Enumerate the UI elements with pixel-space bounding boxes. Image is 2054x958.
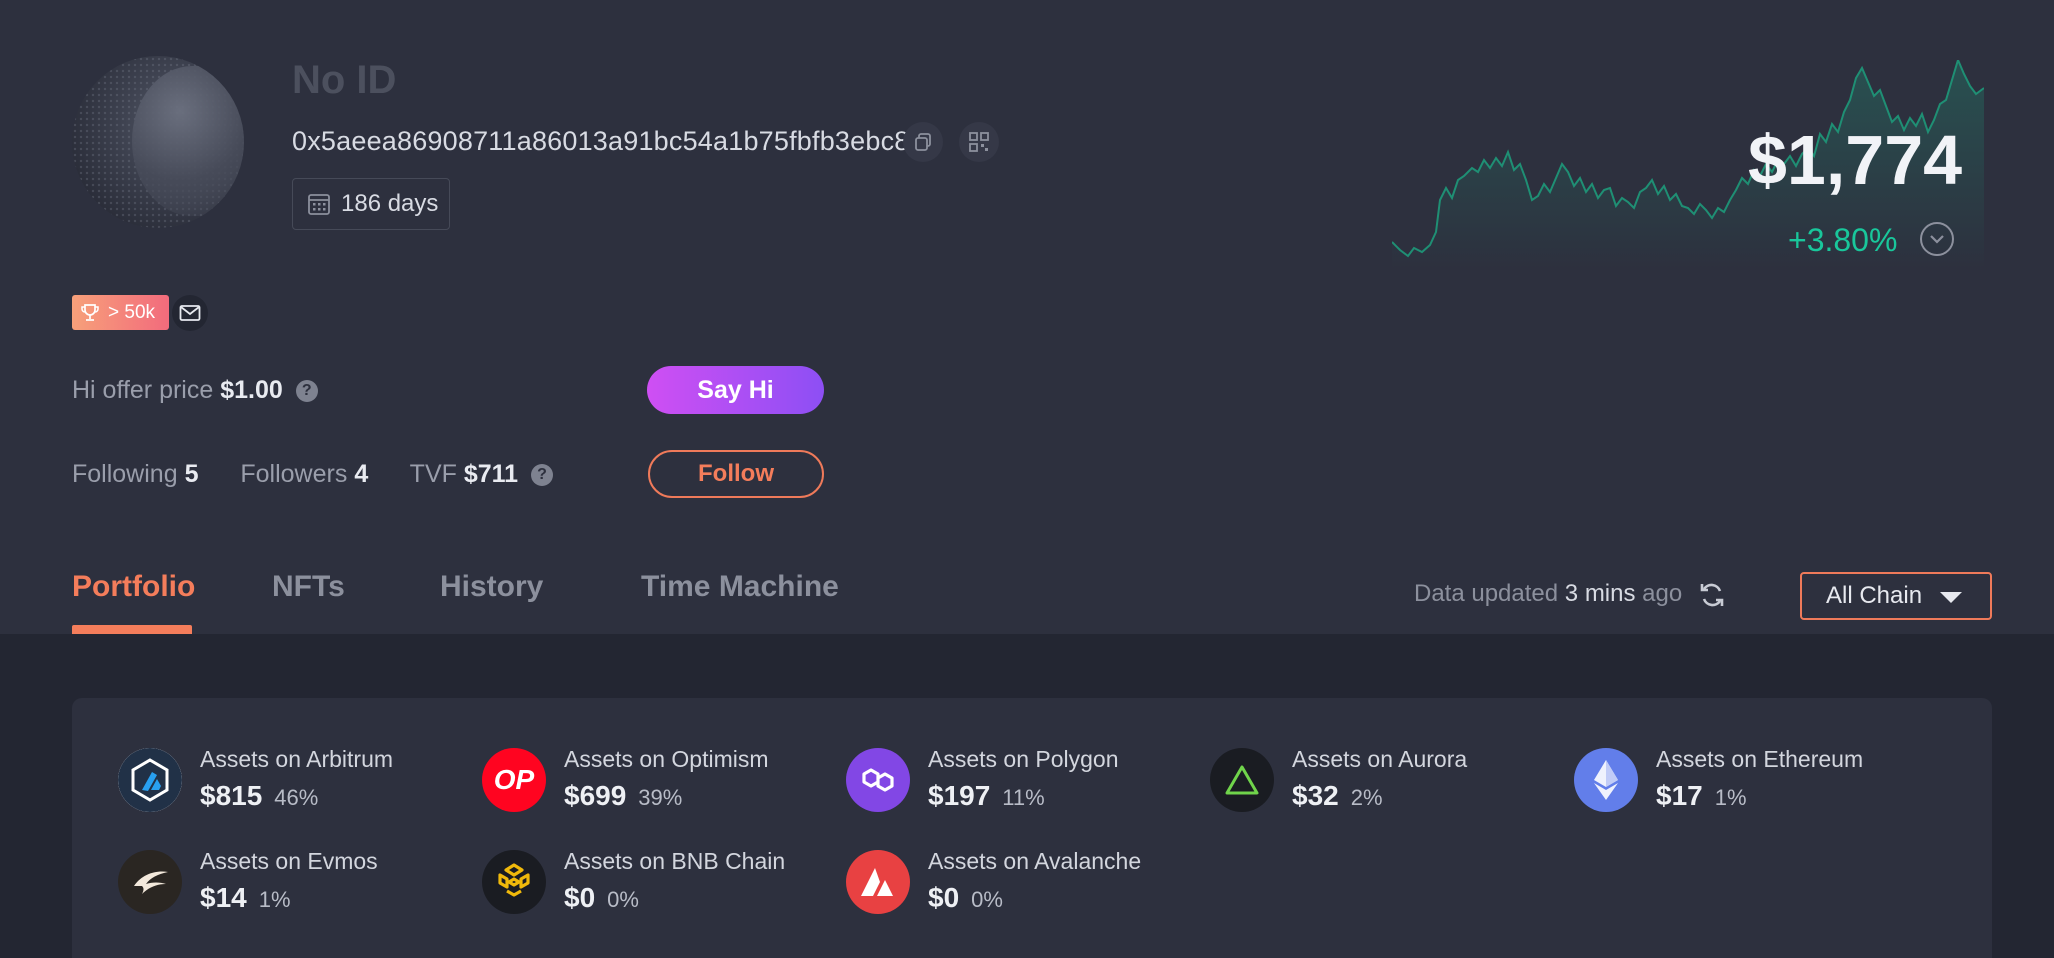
asset-value: $815 <box>200 780 263 811</box>
avatar-head <box>132 66 244 216</box>
active-tab-indicator <box>72 625 192 634</box>
social-stats-row: Following 5 Followers 4 TVF $711 ? <box>72 460 554 489</box>
bnb-icon <box>482 850 546 914</box>
wallet-age-box: 186 days <box>292 178 450 230</box>
asset-value: $0 <box>928 882 960 913</box>
asset-item[interactable]: Assets on Polygon $197 11% <box>846 746 1186 816</box>
copy-address-button[interactable] <box>903 122 943 162</box>
tvf-value: $711 <box>463 460 519 488</box>
tab-nfts[interactable]: NFTs <box>272 570 345 604</box>
asset-label: Assets on Ethereum <box>1656 746 1864 772</box>
qrcode-button[interactable] <box>959 122 999 162</box>
asset-value: $14 <box>200 882 247 913</box>
wallet-age: 186 days <box>341 190 439 217</box>
asset-value: $197 <box>928 780 991 811</box>
following-count[interactable]: 5 <box>185 460 199 488</box>
updated-prefix: Data updated <box>1414 580 1559 607</box>
arbitrum-icon <box>118 748 182 812</box>
net-worth-change: +3.80% <box>1788 222 1898 258</box>
refresh-icon[interactable] <box>1697 580 1727 610</box>
chevron-down-icon <box>1930 235 1944 244</box>
copy-icon <box>915 133 931 151</box>
following-label[interactable]: Following <box>72 460 178 488</box>
asset-percent: 0% <box>971 887 1003 912</box>
asset-item[interactable]: Assets on Avalanche $0 0% <box>846 848 1186 918</box>
followers-count[interactable]: 4 <box>354 460 368 488</box>
tvf-label: TVF <box>409 460 457 488</box>
trophy-icon <box>81 303 99 321</box>
asset-item[interactable]: Assets on BNB Chain $0 0% <box>482 848 822 918</box>
chain-select[interactable]: All Chain <box>1800 572 1992 620</box>
polygon-icon <box>846 748 910 812</box>
help-icon[interactable]: ? <box>295 380 318 403</box>
chain-select-value: All Chain <box>1826 582 1923 609</box>
expand-chart-button[interactable] <box>1920 222 1954 256</box>
asset-value: $0 <box>564 882 596 913</box>
asset-percent: 0% <box>607 887 639 912</box>
hi-offer-label: Hi offer price <box>72 376 214 404</box>
asset-percent: 11% <box>1002 785 1045 810</box>
asset-label: Assets on Aurora <box>1292 746 1468 772</box>
updated-time: 3 mins <box>1564 580 1636 607</box>
asset-label: Assets on Evmos <box>200 848 378 874</box>
asset-label: Assets on BNB Chain <box>564 848 786 874</box>
wallet-address: 0x5aeea86908711a86013a91bc54a1b75fbfb3eb… <box>292 126 910 156</box>
asset-value: $32 <box>1292 780 1339 811</box>
balance-tier-badge: > 50k <box>72 295 169 330</box>
optimism-logo-text: OP <box>493 764 535 795</box>
message-button[interactable] <box>172 295 208 331</box>
avalanche-icon <box>846 850 910 914</box>
evmos-icon <box>118 850 182 914</box>
net-worth-value: $1,774 <box>1748 121 1963 199</box>
ethereum-icon <box>1574 748 1638 812</box>
asset-percent: 1% <box>258 887 291 912</box>
updated-suffix: ago <box>1642 580 1683 607</box>
asset-percent: 1% <box>1714 785 1747 810</box>
asset-label: Assets on Arbitrum <box>200 746 394 772</box>
asset-percent: 39% <box>638 785 683 810</box>
follow-button[interactable]: Follow <box>648 450 824 498</box>
asset-label: Assets on Optimism <box>564 746 769 772</box>
asset-item[interactable]: Assets on Aurora $32 2% <box>1210 746 1550 816</box>
asset-label: Assets on Polygon <box>928 746 1119 772</box>
asset-value: $17 <box>1656 780 1703 811</box>
help-icon[interactable]: ? <box>531 464 554 487</box>
aurora-icon <box>1210 748 1274 812</box>
optimism-icon: OP <box>482 748 546 812</box>
data-updated-status: Data updated 3 mins ago <box>1414 580 1682 608</box>
followers-label[interactable]: Followers <box>240 460 347 488</box>
asset-item[interactable]: Assets on Evmos $14 1% <box>118 848 458 918</box>
hi-offer-row: Hi offer price $1.00 ? <box>72 376 318 405</box>
tab-history[interactable]: History <box>440 570 543 604</box>
calendar-icon <box>308 194 330 215</box>
asset-item[interactable]: OP Assets on Optimism $699 39% <box>482 746 822 816</box>
qrcode-icon <box>969 132 989 152</box>
chain-assets-panel: Assets on Arbitrum $815 46% OP Assets on … <box>72 698 1992 958</box>
profile-header: No ID 0x5aeea86908711a86013a91bc54a1b75f… <box>0 0 2054 634</box>
asset-item[interactable]: Assets on Arbitrum $815 46% <box>118 746 458 816</box>
tab-time-machine[interactable]: Time Machine <box>641 570 839 604</box>
asset-item[interactable]: Assets on Ethereum $17 1% <box>1574 746 1914 816</box>
hi-offer-price: $1.00 <box>220 376 283 404</box>
asset-label: Assets on Avalanche <box>928 848 1142 874</box>
avatar <box>72 56 244 228</box>
badge-label: > 50k <box>108 301 156 323</box>
tab-portfolio[interactable]: Portfolio <box>72 570 195 604</box>
asset-percent: 46% <box>274 785 319 810</box>
mail-icon <box>179 305 201 321</box>
say-hi-button[interactable]: Say Hi <box>647 366 824 414</box>
caret-down-icon <box>1940 592 1962 603</box>
profile-name: No ID <box>292 58 397 102</box>
asset-percent: 2% <box>1350 785 1383 810</box>
asset-value: $699 <box>564 780 627 811</box>
